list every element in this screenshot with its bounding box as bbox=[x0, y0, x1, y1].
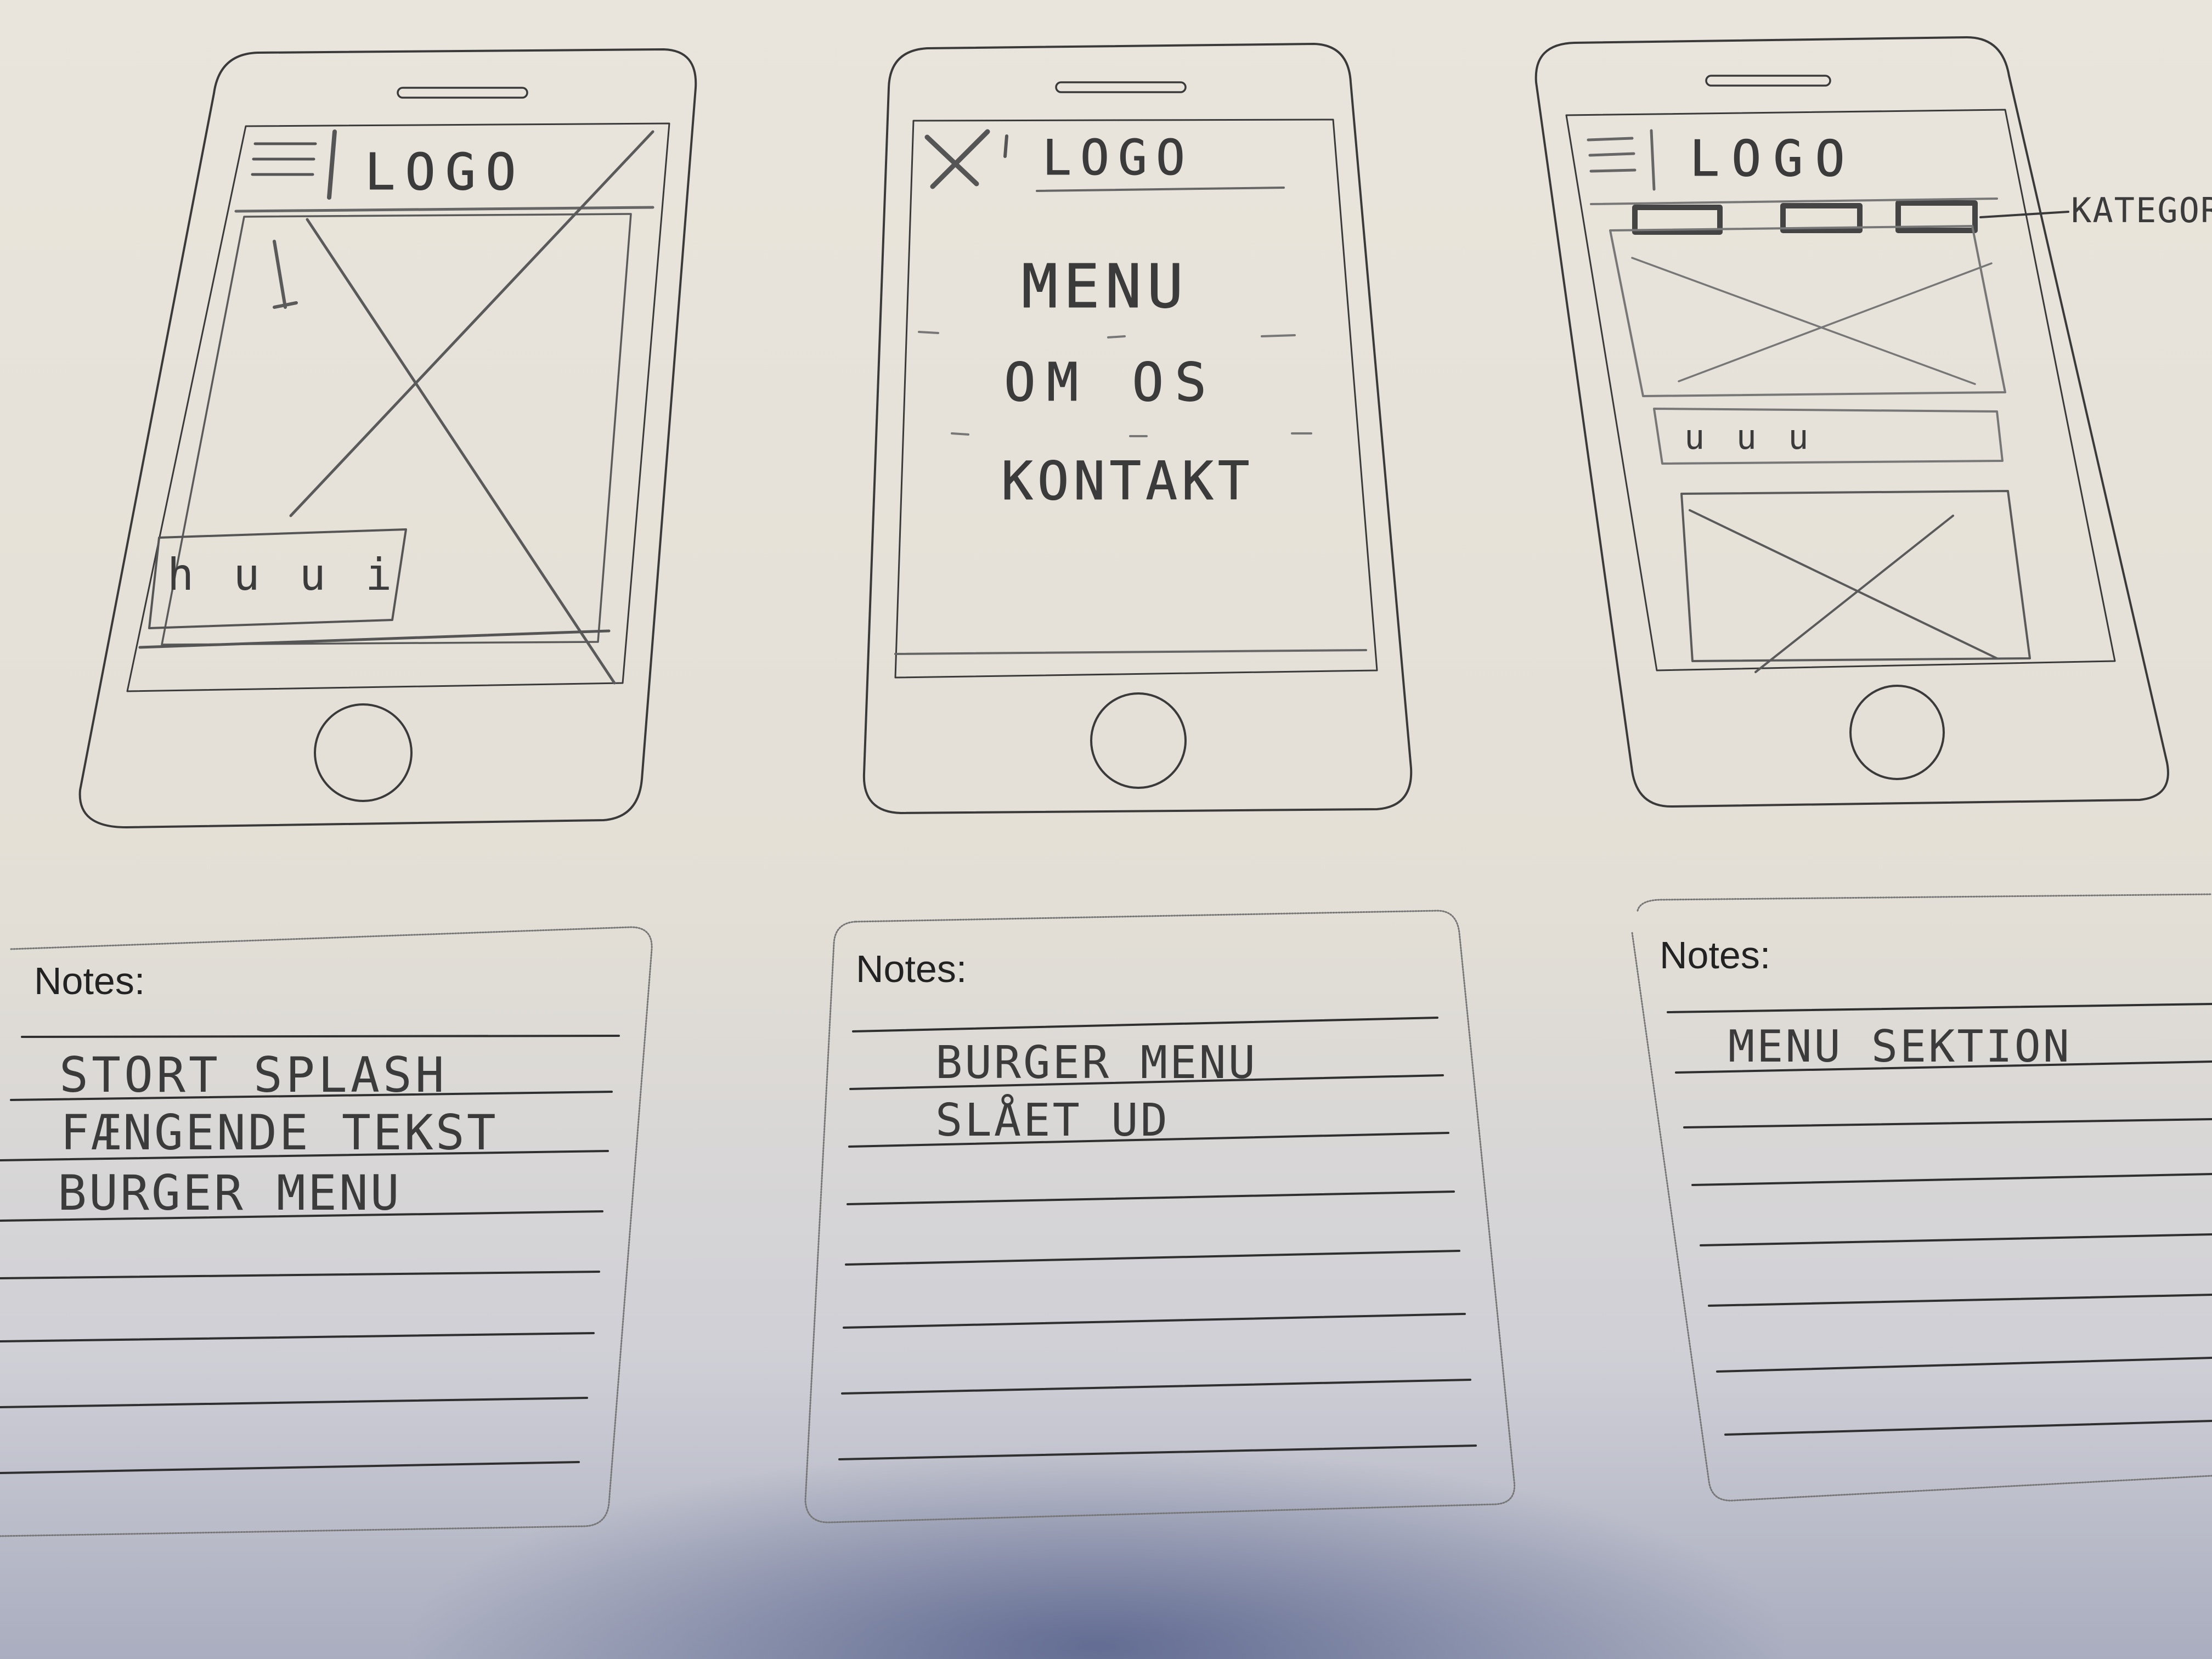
logo-text: LOGO bbox=[1042, 129, 1194, 186]
header-divider bbox=[1650, 129, 1656, 191]
speaker-slot bbox=[397, 87, 528, 99]
notes-title: Notes: bbox=[34, 960, 145, 1002]
header-divider bbox=[327, 129, 337, 200]
notes-title: Notes: bbox=[1660, 934, 1770, 977]
menu-item-kontakt[interactable]: KONTAKT bbox=[1001, 450, 1254, 512]
menu-item-menu[interactable]: MENU bbox=[1022, 251, 1189, 322]
notes-line-1: BURGER MENU bbox=[935, 1037, 1257, 1089]
hero-text-scribble: h u u i bbox=[167, 549, 398, 600]
screen-outline bbox=[1565, 109, 2116, 672]
notes-line-3: BURGER MENU bbox=[58, 1165, 402, 1221]
hamburger-icon[interactable] bbox=[1587, 137, 1637, 173]
speaker-slot bbox=[1705, 75, 1831, 87]
notes-line-1: MENU SEKTION bbox=[1728, 1021, 2072, 1072]
notes-card-2: Notes: BURGER MENU SLÅET UD bbox=[804, 910, 1516, 1523]
logo-text: LOGO bbox=[1690, 130, 1857, 188]
footer-divider bbox=[138, 629, 611, 649]
notes-line-1: STORT SPLASH bbox=[59, 1047, 448, 1103]
notes-card-border bbox=[804, 910, 1516, 1523]
home-button bbox=[314, 703, 413, 802]
notes-card-border bbox=[1631, 893, 2212, 1502]
hero-image-placeholder bbox=[161, 130, 654, 685]
product-image-placeholder bbox=[1680, 490, 2031, 673]
notes-card-border bbox=[0, 926, 653, 1537]
footer-divider bbox=[894, 649, 1367, 655]
phone-sketch-1: LOGO h u u i bbox=[78, 48, 697, 828]
hero-image-placeholder bbox=[1609, 225, 2006, 397]
phone-sketch-3: LOGO KATEGOR u u u bbox=[1534, 36, 2212, 808]
logo-text: LOGO bbox=[365, 143, 526, 201]
notes-card-3: Notes: MENU SEKTION bbox=[1631, 893, 2212, 1502]
close-icon[interactable] bbox=[924, 129, 1008, 189]
menu-item-om-os[interactable]: OM OS bbox=[1004, 352, 1217, 414]
category-text-scribble: u u u bbox=[1684, 417, 1814, 457]
hamburger-icon[interactable] bbox=[251, 142, 317, 176]
speaker-slot bbox=[1055, 81, 1187, 93]
category-annotation: KATEGOR bbox=[2071, 190, 2212, 230]
wireframe-sheet: LOGO h u u i LOGO MENU OM OS KONTAKT LOG… bbox=[0, 36, 2212, 1537]
category-annotation-arrow bbox=[1979, 211, 2069, 218]
category-text-bar: u u u bbox=[1653, 408, 2004, 465]
notes-card-1: Notes: STORT SPLASH FÆNGENDE TEKST BURGE… bbox=[0, 926, 653, 1537]
notes-line-2: FÆNGENDE TEKST bbox=[60, 1104, 498, 1161]
home-button bbox=[1090, 692, 1187, 789]
home-button bbox=[1849, 685, 1945, 780]
phone-sketch-2: LOGO MENU OM OS KONTAKT bbox=[862, 43, 1413, 814]
header-underline bbox=[234, 206, 654, 213]
notes-title: Notes: bbox=[856, 947, 967, 990]
menu-list: MENU OM OS KONTAKT bbox=[1001, 251, 1254, 512]
hero-text-box: h u u i bbox=[148, 528, 407, 629]
header-underline bbox=[1036, 187, 1285, 192]
notes-line-2: SLÅET UD bbox=[935, 1093, 1170, 1147]
